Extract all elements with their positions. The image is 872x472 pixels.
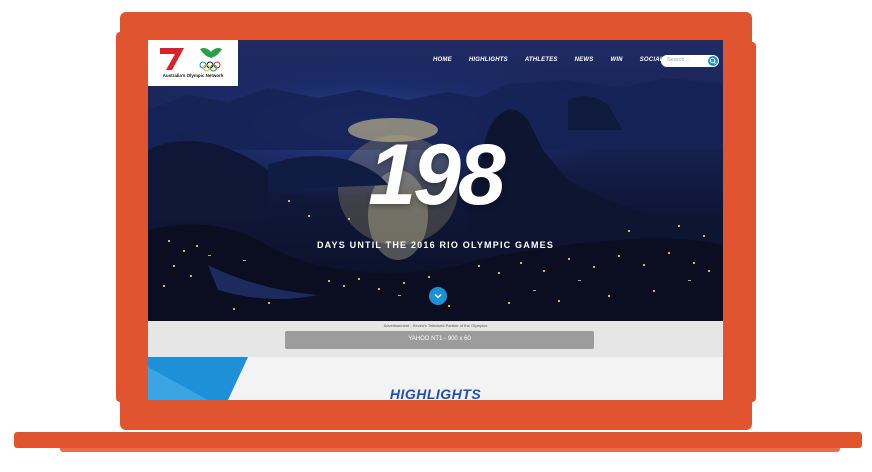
nav-home[interactable]: HOME (433, 57, 452, 63)
website-screenshot: Australia's Olympic Network HOME HIGHLIG… (148, 40, 723, 400)
brush-underline-secondary (60, 446, 840, 452)
highlights-section: HIGHLIGHTS (148, 357, 723, 400)
scroll-down-button[interactable] (429, 287, 447, 305)
nav-news[interactable]: NEWS (575, 57, 594, 63)
seven-network-logo-icon (160, 48, 184, 70)
countdown-number: 198 (368, 127, 506, 223)
hero-section: Australia's Olympic Network HOME HIGHLIG… (148, 40, 723, 321)
nav-highlights[interactable]: HIGHLIGHTS (469, 57, 508, 63)
ad-label: Advertisement - Seven's Televised Partne… (383, 323, 488, 328)
search-button[interactable] (708, 56, 718, 66)
seven-olympic-logo[interactable]: Australia's Olympic Network (148, 40, 238, 86)
chevron-down-icon (434, 294, 442, 299)
network-tagline: Australia's Olympic Network (162, 73, 224, 78)
main-nav: HOME HIGHLIGHTS ATHLETES NEWS WIN SOCIAL (433, 57, 664, 63)
ad-strip: Advertisement - Seven's Televised Partne… (148, 321, 723, 357)
search-input[interactable]: Search... (661, 55, 719, 67)
highlights-title: HIGHLIGHTS (389, 386, 482, 400)
nav-athletes[interactable]: ATHLETES (525, 57, 558, 63)
countdown-subtitle: DAYS UNTIL THE 2016 RIO OLYMPIC GAMES (316, 240, 555, 250)
search-placeholder: Search... (667, 57, 690, 63)
search-icon (709, 57, 717, 65)
ad-slot[interactable]: YAHOO NT1 - 900 x 60 (285, 331, 594, 349)
nav-social[interactable]: SOCIAL (640, 57, 664, 63)
nav-win[interactable]: WIN (610, 57, 622, 63)
rio-2016-logo-icon (199, 48, 222, 72)
ad-slot-label: YAHOO NT1 - 900 x 60 (408, 336, 471, 342)
